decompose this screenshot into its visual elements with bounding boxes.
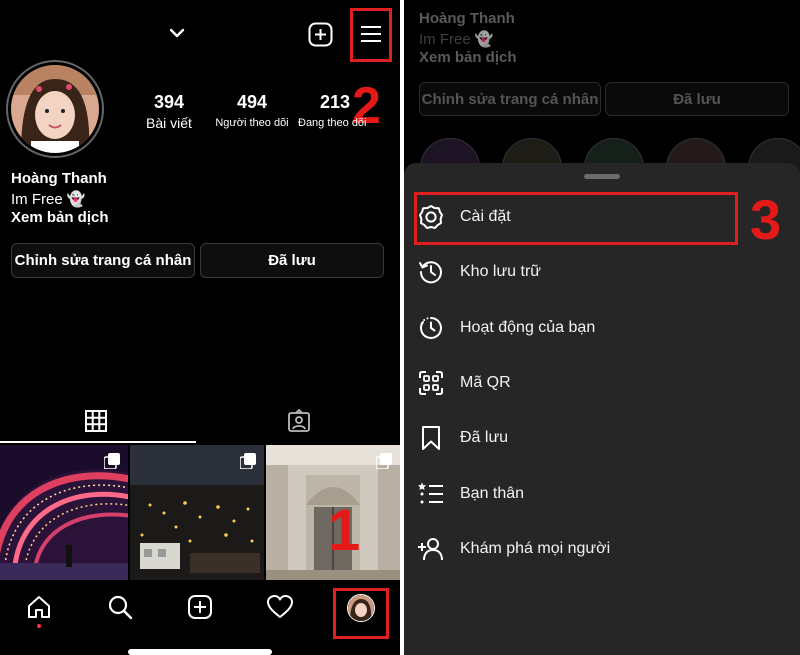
- saved-button[interactable]: Đã lưu: [200, 243, 384, 278]
- menu-item-label: Kho lưu trữ: [460, 263, 542, 280]
- qr-icon: [419, 371, 443, 395]
- profile-name: Hoàng Thanh: [11, 170, 107, 187]
- activity-icon: [420, 317, 442, 339]
- menu-item-saved[interactable]: Đã lưu: [404, 414, 800, 462]
- menu-item-label: Khám phá mọi người: [460, 540, 611, 557]
- post-thumbnail-2[interactable]: [130, 445, 264, 580]
- edit-profile-button[interactable]: Chỉnh sửa trang cá nhân: [11, 243, 195, 278]
- close-friends-icon: [418, 482, 443, 504]
- multiple-posts-icon: [104, 453, 120, 469]
- menu-screen: Hoàng Thanh Im Free 👻 Xem bản dịch Chỉnh…: [404, 0, 800, 655]
- archive-icon: [419, 261, 442, 284]
- profile-avatar[interactable]: [6, 60, 104, 158]
- menu-item-discover-people[interactable]: Khám phá mọi người: [404, 525, 800, 573]
- menu-item-qr[interactable]: Mã QR: [404, 359, 800, 407]
- stat-followers[interactable]: 494 Người theo dõi: [212, 92, 292, 129]
- search-icon[interactable]: [107, 594, 133, 620]
- menu-item-label: Bạn thân: [460, 485, 525, 502]
- tagged-tab-icon[interactable]: [287, 409, 311, 433]
- post-thumbnail-1[interactable]: [0, 445, 128, 580]
- translate-link[interactable]: Xem bản dịch: [11, 209, 109, 226]
- profile-screen: 2 394 Bài viết 494 Người theo dõi 213 Đa…: [0, 0, 400, 655]
- dimmed-profile-name: Hoàng Thanh: [419, 10, 515, 27]
- panel-divider: [400, 0, 404, 655]
- chevron-down-icon[interactable]: [168, 26, 186, 40]
- menu-item-activity[interactable]: Hoạt động của bạn: [404, 304, 800, 352]
- menu-item-label: Hoạt động của bạn: [460, 319, 596, 336]
- highlight-settings: [414, 192, 738, 245]
- new-post-icon[interactable]: [187, 594, 213, 620]
- menu-item-archive[interactable]: Kho lưu trữ: [404, 248, 800, 296]
- menu-item-label: Mã QR: [460, 374, 511, 391]
- multiple-posts-icon: [240, 453, 256, 469]
- profile-bio: Im Free 👻: [11, 191, 86, 208]
- highlight-menu-button: [350, 8, 392, 62]
- step-number-1: 1: [328, 498, 361, 563]
- stat-posts[interactable]: 394 Bài viết: [138, 92, 200, 131]
- stat-posts-value: 394: [153, 92, 185, 112]
- step-number-3: 3: [750, 188, 782, 251]
- create-post-icon[interactable]: [308, 22, 333, 47]
- add-person-icon: [418, 538, 443, 561]
- dimmed-edit-button: Chỉnh sửa trang cá nhân: [419, 82, 601, 116]
- highlight-profile-tab: [333, 588, 389, 639]
- heart-icon[interactable]: [267, 594, 293, 620]
- home-icon[interactable]: [26, 594, 52, 620]
- bookmark-icon: [422, 426, 440, 450]
- menu-item-close-friends[interactable]: Bạn thân: [404, 470, 800, 518]
- multiple-posts-icon: [376, 453, 392, 469]
- avatar-photo: [11, 65, 99, 153]
- stat-following-label: Đang theo dõi: [298, 117, 367, 129]
- home-indicator: [128, 649, 272, 655]
- sheet-drag-handle[interactable]: [584, 174, 620, 179]
- dimmed-translate: Xem bản dịch: [419, 49, 517, 66]
- stat-following[interactable]: 213 Đang theo dõi: [296, 92, 376, 129]
- grid-tab-icon[interactable]: [85, 410, 107, 432]
- stat-following-value: 213: [320, 92, 351, 112]
- stat-followers-value: 494: [236, 92, 268, 112]
- stat-posts-label: Bài viết: [146, 115, 192, 131]
- menu-item-label: Đã lưu: [460, 429, 509, 446]
- stat-followers-label: Người theo dõi: [215, 117, 289, 129]
- notification-dot: [37, 624, 41, 628]
- dimmed-profile-bio: Im Free 👻: [419, 31, 494, 48]
- active-tab-indicator: [0, 441, 196, 443]
- dimmed-saved-button: Đã lưu: [605, 82, 789, 116]
